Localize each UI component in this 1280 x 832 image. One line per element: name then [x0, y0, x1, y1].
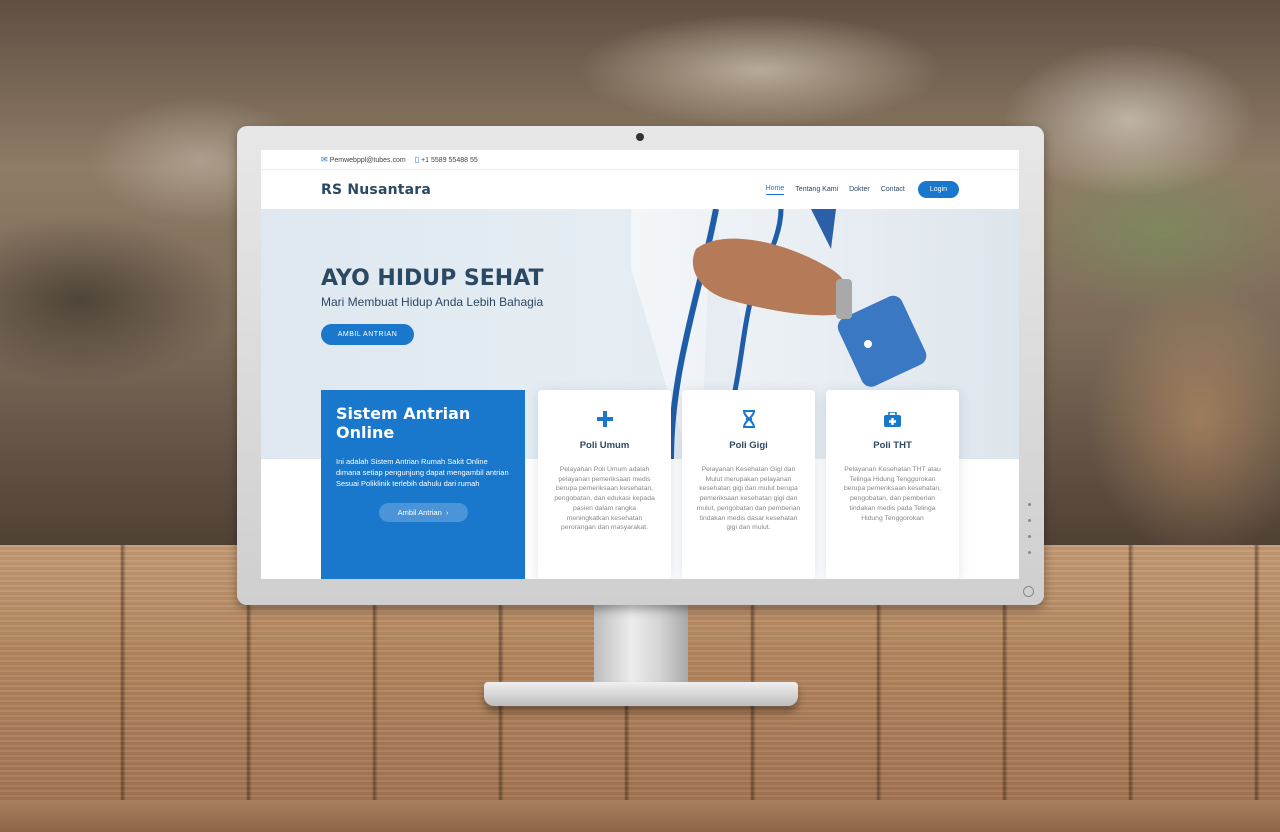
intro-description: Ini adalah Sistem Antrian Rumah Sakit On…: [336, 457, 509, 488]
topbar-email[interactable]: ✉ Pemwebppl@tubes.com: [321, 155, 406, 164]
service-card-poli-gigi[interactable]: Poli Gigi Pelayanan Kesehatan Gigi dan M…: [682, 390, 815, 579]
nav-tentang-kami[interactable]: Tentang Kami: [795, 186, 838, 193]
hero-subtitle: Mari Membuat Hidup Anda Lebih Bahagia: [321, 295, 544, 309]
camera-icon: [636, 133, 644, 141]
plus-icon: [538, 408, 671, 430]
power-icon: [1023, 586, 1034, 597]
nav-home[interactable]: Home: [765, 185, 785, 195]
login-button[interactable]: Login: [917, 181, 959, 198]
contact-topbar: ✉ Pemwebppl@tubes.com ▯ +1 5589 55488 55: [261, 150, 1019, 170]
table-edge: [0, 800, 1280, 832]
ambil-antrian-button[interactable]: Ambil Antrian ›: [378, 503, 468, 522]
service-title: Poli THT: [873, 440, 912, 451]
intro-box: Sistem Antrian Online Ini adalah Sistem …: [321, 390, 525, 579]
website-screen: ✉ Pemwebppl@tubes.com ▯ +1 5589 55488 55 R…: [261, 150, 1019, 579]
hero-title: AYO HIDUP SEHAT: [321, 266, 544, 291]
ambil-antrian-hero-button[interactable]: AMBIL ANTRIAN: [321, 324, 414, 345]
service-card-poli-umum[interactable]: Poli Umum Pelayanan Poli Umum adalah pel…: [538, 390, 671, 579]
service-description: Pelayanan Kesehatan Gigi dan Mulut merup…: [696, 466, 801, 532]
phone-icon: ▯: [414, 155, 420, 164]
chevron-right-icon: ›: [445, 508, 449, 517]
monitor-stand-neck: [594, 604, 688, 686]
nav-menu: Home Tentang Kami Dokter Contact Login: [765, 181, 959, 198]
envelope-icon: ✉: [321, 155, 328, 164]
intro-title: Sistem Antrian Online: [336, 404, 471, 442]
topbar-phone[interactable]: ▯ +1 5589 55488 55: [415, 155, 478, 164]
service-description: Pelayanan Kesehatan THT atau Telinga Hid…: [843, 466, 942, 522]
navbar: RS Nusantara Home Tentang Kami Dokter Co…: [261, 170, 1019, 209]
service-title: Poli Gigi: [729, 440, 768, 451]
nav-contact[interactable]: Contact: [881, 186, 905, 193]
service-card-poli-tht[interactable]: Poli THT Pelayanan Kesehatan THT atau Te…: [826, 390, 959, 579]
ambil-antrian-label: Ambil Antrian: [397, 508, 442, 517]
nav-dokter[interactable]: Dokter: [849, 186, 870, 193]
monitor-stand-base: [484, 682, 798, 706]
service-description: Pelayanan Poli Umum adalah pelayanan pem…: [554, 466, 655, 532]
dna-icon: [682, 408, 815, 430]
medical-kit-icon: [826, 408, 959, 430]
site-logo[interactable]: RS Nusantara: [321, 182, 431, 198]
service-title: Poli Umum: [579, 440, 630, 451]
side-buttons: [1028, 503, 1032, 567]
